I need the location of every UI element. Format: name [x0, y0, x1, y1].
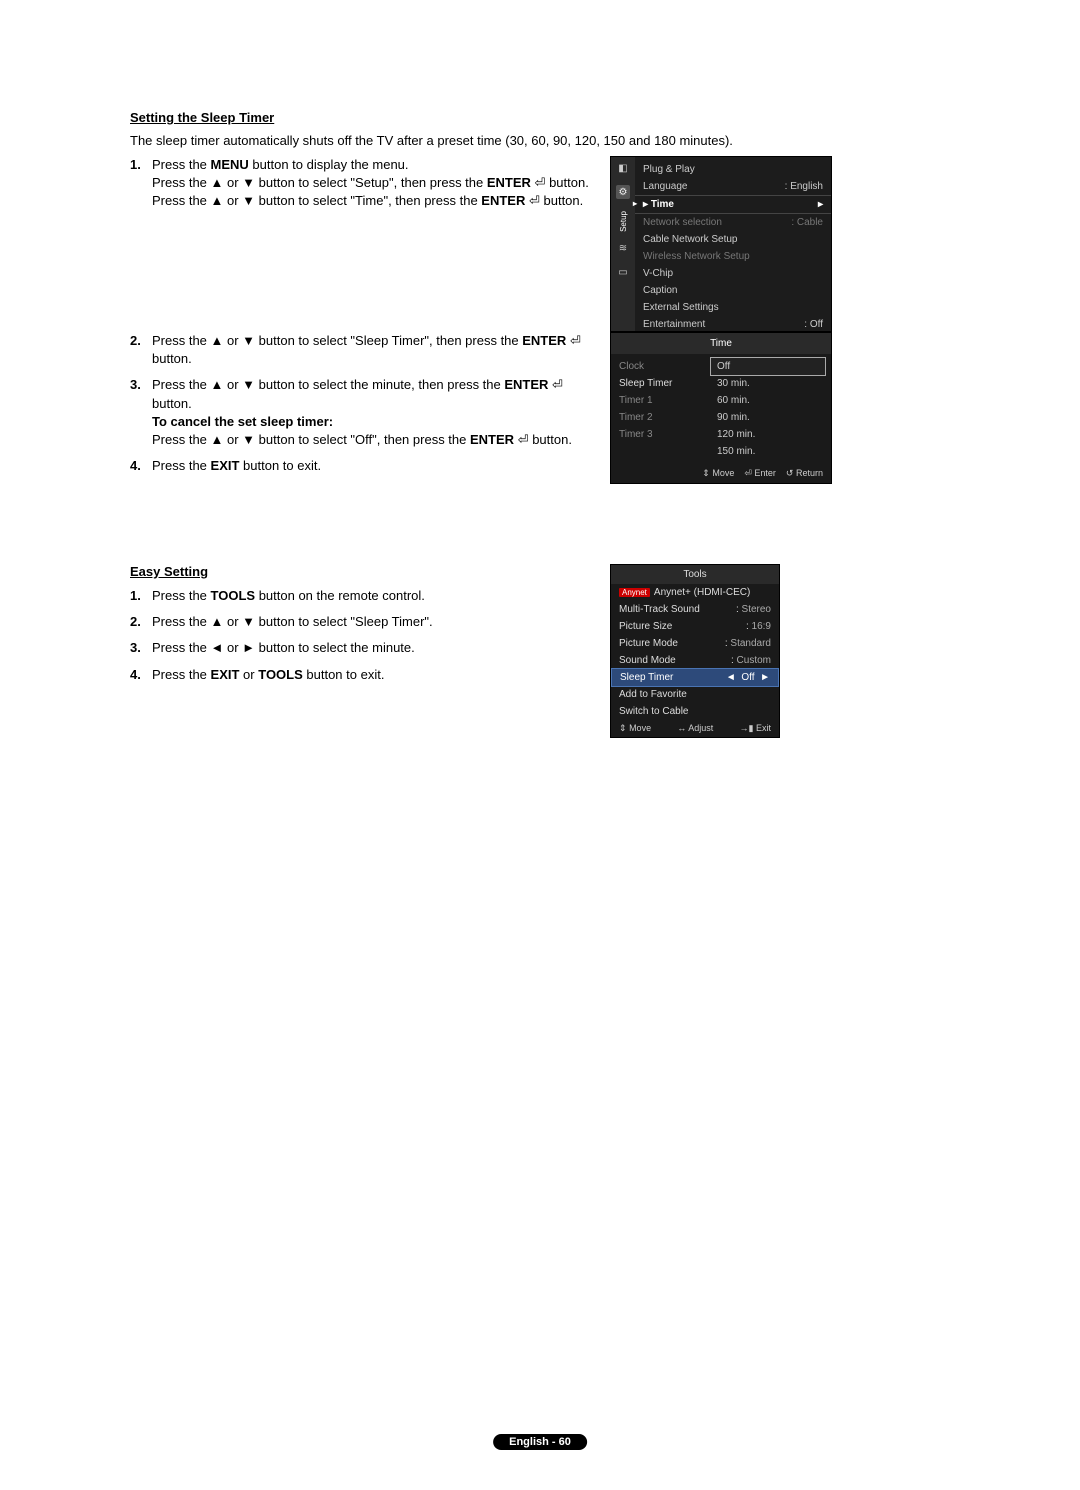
option[interactable]: 60 min. [711, 392, 825, 409]
osd-item[interactable]: Plug & Play [635, 161, 831, 178]
enter-icon: ⏎ [570, 333, 581, 348]
osd-item[interactable]: Caption [635, 282, 831, 299]
tools-row[interactable]: AnynetAnynet+ (HDMI-CEC) [611, 584, 779, 601]
tools-row[interactable]: Picture Mode: Standard [611, 635, 779, 652]
triangle-left-icon[interactable]: ◄ [726, 672, 736, 683]
step-1: 1. Press the MENU button to display the … [130, 156, 600, 211]
tools-row[interactable]: Picture Size: 16:9 [611, 618, 779, 635]
easy-step-4: 4. Press the EXIT or TOOLS button to exi… [130, 666, 600, 684]
tools-row-sleep-timer[interactable]: Sleep Timer ◄ Off ► [611, 668, 779, 687]
triangle-right-icon[interactable]: ► [760, 672, 770, 683]
updown-icon: ⇕ [702, 468, 710, 478]
time-row[interactable]: Timer 3 [611, 426, 711, 443]
sidebar-label: Setup [619, 211, 628, 232]
osd-setup-list: Plug & Play Language: English ▸ Time▸ Ne… [635, 157, 831, 331]
easy-step-1: 1. Press the TOOLS button on the remote … [130, 587, 600, 605]
tools-row[interactable]: Sound Mode: Custom [611, 652, 779, 669]
osd-time-panel: Time Clock Sleep Timer Timer 1 Timer 2 T… [610, 332, 832, 484]
osd-item-time[interactable]: ▸ Time▸ [635, 196, 831, 213]
time-row[interactable]: Clock [611, 358, 711, 375]
network-icon: ≋ [616, 242, 630, 256]
osd-item[interactable]: Cable Network Setup [635, 231, 831, 248]
page-footer: English - 60 [493, 1434, 587, 1450]
enter-icon: ⏎ [744, 468, 752, 478]
input-icon: ▭ [616, 266, 630, 280]
easy-step-2: 2. Press the ▲ or ▼ button to select "Sl… [130, 613, 600, 631]
enter-icon: ⏎ [518, 432, 529, 447]
option[interactable]: 90 min. [711, 409, 825, 426]
step-4: 4. Press the EXIT button to exit. [130, 457, 600, 475]
option[interactable]: 120 min. [711, 426, 825, 443]
enter-icon: ⏎ [552, 377, 563, 392]
updown-icon: ⇕ [619, 723, 627, 733]
tools-row[interactable]: Add to Favorite [611, 686, 779, 703]
osd-time-header: Time [611, 333, 831, 354]
osd-item[interactable]: V-Chip [635, 265, 831, 282]
option[interactable]: 150 min. [711, 443, 825, 460]
osd-time-options: Off 30 min. 60 min. 90 min. 120 min. 150… [711, 354, 831, 464]
leftright-icon: ↔ [677, 723, 686, 733]
picture-icon: ◧ [616, 161, 630, 175]
osd-item[interactable]: External Settings [635, 299, 831, 316]
osd-footer: ⇕ Move ⏎ Enter ↺ Return [611, 464, 831, 483]
tools-row[interactable]: Multi-Track Sound: Stereo [611, 601, 779, 618]
intro-text: The sleep timer automatically shuts off … [130, 133, 950, 148]
enter-icon: ⏎ [529, 193, 540, 208]
osd-time-labels: Clock Sleep Timer Timer 1 Timer 2 Timer … [611, 354, 711, 464]
osd-item[interactable]: Entertainment: Off [635, 316, 831, 333]
osd-footer: ⇕ Move ↔ Adjust →▮ Exit [611, 720, 779, 737]
option[interactable]: 30 min. [711, 375, 825, 392]
easy-step-3: 3. Press the ◄ or ► button to select the… [130, 639, 600, 657]
osd-item[interactable]: Network selection: Cable [635, 214, 831, 231]
gear-icon: ⚙ [616, 185, 630, 199]
osd-tools-panel: Tools AnynetAnynet+ (HDMI-CEC) Multi-Tra… [610, 564, 780, 738]
enter-icon: ⏎ [535, 175, 546, 190]
osd-item[interactable]: Wireless Network Setup [635, 248, 831, 265]
osd-setup-menu: ◧ ⚙ Setup ≋ ▭ Plug & Play Language: Engl… [610, 156, 832, 332]
step-3: 3. Press the ▲ or ▼ button to select the… [130, 376, 600, 449]
section-title: Setting the Sleep Timer [130, 110, 950, 125]
return-icon: ↺ [786, 468, 794, 478]
anynet-badge: Anynet [619, 588, 650, 597]
osd-tools-header: Tools [611, 565, 779, 584]
time-row-sleep-timer[interactable]: Sleep Timer [611, 375, 711, 392]
step-2: 2. Press the ▲ or ▼ button to select "Sl… [130, 332, 600, 368]
time-row[interactable]: Timer 1 [611, 392, 711, 409]
time-row[interactable]: Timer 2 [611, 409, 711, 426]
option-off[interactable]: Off [710, 357, 826, 376]
osd-sidebar: ◧ ⚙ Setup ≋ ▭ [611, 157, 635, 331]
osd-item[interactable]: Language: English [635, 178, 831, 195]
section-title: Easy Setting [130, 564, 600, 579]
tools-row[interactable]: Switch to Cable [611, 703, 779, 720]
